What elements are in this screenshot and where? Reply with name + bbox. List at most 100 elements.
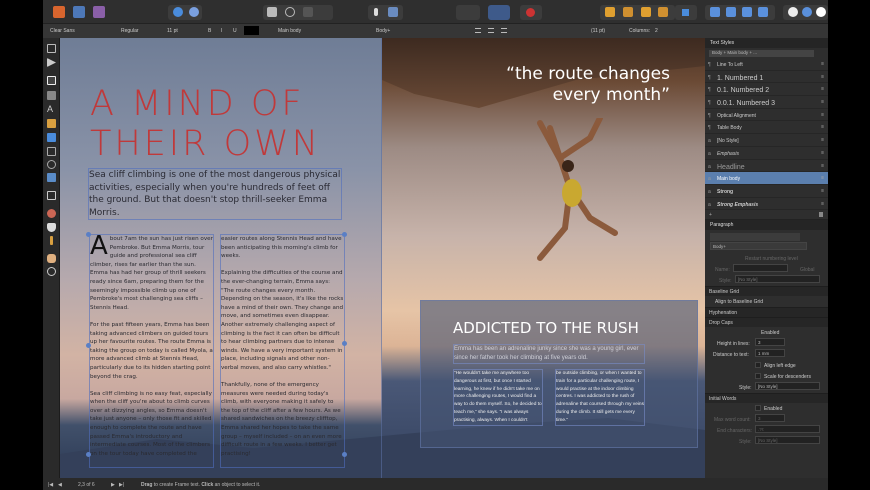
frame-text-tool-icon[interactable] [47,76,56,85]
rotate-left-icon[interactable] [742,7,752,17]
place-image-tool-icon[interactable] [47,173,56,182]
first-page-button[interactable]: |◀ [48,482,53,488]
paragraph-alignment-buttons[interactable] [710,233,800,242]
text-style-item[interactable]: ¶ 0.1. Numbered 2 ≡ [705,83,828,97]
move-backward-icon[interactable] [623,7,633,17]
paragraph-style-select[interactable]: Body+ [376,28,390,34]
normal-view-icon[interactable] [267,7,277,17]
italic-button[interactable]: I [221,28,222,34]
subtract-shapes-icon[interactable] [802,7,812,17]
style-menu-icon[interactable]: ≡ [821,201,824,207]
selection-handle[interactable] [86,232,91,237]
initial-words-style-select[interactable]: [No Style] [755,436,820,445]
style-menu-icon[interactable]: ≡ [821,61,824,67]
pen-tool-icon[interactable] [47,119,56,128]
name-field[interactable] [733,264,788,273]
align-button[interactable] [675,5,697,20]
style-menu-icon[interactable]: ≡ [821,150,824,156]
columns-stepper[interactable]: 2 [655,28,658,34]
flip-horizontal-icon[interactable] [710,7,720,17]
snapping-button[interactable] [520,5,542,20]
restart-numbering-checkbox[interactable]: Restart numbering level [745,256,798,262]
crop-tool-icon[interactable] [47,191,56,200]
style-menu-icon[interactable]: ≡ [821,188,824,194]
selection-handle[interactable] [342,452,347,457]
body-column-1[interactable]: About 7am the sun has just risen over Pe… [89,233,214,469]
transparency-tool-icon[interactable] [47,223,56,232]
publisher-persona-icon[interactable] [53,6,65,18]
hand-tool-icon[interactable] [47,254,56,263]
document-canvas[interactable]: A MIND OF THEIR OWN Sea cliff climbing is… [60,38,705,478]
height-stepper[interactable]: 3 [755,338,785,347]
current-style-field[interactable]: Body + Main body + ... [709,50,814,57]
character-style-select[interactable]: Main body [278,28,301,34]
lead-paragraph[interactable]: Sea cliff climbing is one of the most da… [88,168,342,220]
preview-view-icon[interactable] [285,7,295,17]
pin-icon[interactable] [374,8,378,16]
end-characters-field[interactable]: .?!: [755,425,820,434]
align-baseline-checkbox[interactable]: Align to Baseline Grid [715,299,763,305]
initial-words-enabled-checkbox[interactable] [755,405,761,412]
prev-page-button[interactable]: ◀ [58,482,62,488]
style-menu-icon[interactable]: ≡ [821,137,824,143]
zoom-tool-icon[interactable] [47,267,56,276]
color-picker-tool-icon[interactable] [50,236,53,245]
selection-handle[interactable] [86,452,91,457]
move-front-icon[interactable] [658,7,668,17]
body-column-2[interactable]: easier routes along Stennis Head and hav… [220,234,345,469]
text-style-item[interactable]: a Strong Emphasis ≡ [705,198,828,211]
font-size-select[interactable]: 11 pt [167,28,178,34]
last-page-button[interactable]: ▶| [119,482,124,488]
style-menu-icon[interactable]: ≡ [821,163,824,169]
move-tool-icon[interactable] [47,44,56,53]
master-page-icon[interactable] [173,7,183,17]
font-family-select[interactable]: Clear Sans [50,28,75,34]
style-menu-icon[interactable]: ≡ [821,175,824,181]
photo-persona-icon[interactable] [93,6,105,18]
flip-vertical-icon[interactable] [726,7,736,17]
font-weight-select[interactable]: Regular [121,28,139,34]
baseline-grid-section[interactable]: Baseline Grid [705,286,828,297]
drop-caps-enabled-checkbox[interactable]: Enabled [761,330,779,336]
delete-style-icon[interactable] [819,212,823,218]
style-menu-icon[interactable]: ≡ [821,124,824,130]
designer-persona-icon[interactable] [73,6,85,18]
initial-words-section[interactable]: Initial Words [705,393,828,404]
style-select[interactable]: [No Style] [735,275,820,284]
new-style-icon[interactable]: + [709,212,712,218]
paragraph-header[interactable]: Paragraph [705,220,828,231]
text-style-item[interactable]: ¶ Line To Left ≡ [705,58,828,71]
rectangle-tool-icon[interactable] [47,133,56,142]
bold-button[interactable]: B [208,28,211,34]
table-tool-icon[interactable] [47,91,56,100]
text-wrap-icon[interactable] [388,7,398,17]
artistic-text-tool-icon[interactable]: A [47,105,56,114]
text-style-item[interactable]: a Emphasis ≡ [705,147,828,160]
hyphenation-section[interactable]: Hyphenation [705,307,828,318]
align-center-button[interactable] [488,28,494,33]
text-color-swatch[interactable] [244,26,259,35]
underline-button[interactable]: U [233,28,237,34]
rotate-right-icon[interactable] [758,7,768,17]
add-shapes-icon[interactable] [788,7,798,17]
text-style-item[interactable]: a Headline ≡ [705,160,828,173]
drop-cap-style-select[interactable]: [No Style] [755,382,820,391]
distance-stepper[interactable]: 1 mm [755,349,785,358]
node-tool-icon[interactable] [47,58,56,67]
selection-handle[interactable] [342,232,347,237]
max-word-count-stepper[interactable]: 3 [755,414,785,423]
style-menu-icon[interactable]: ≡ [821,86,824,92]
align-right-button[interactable] [501,28,507,33]
text-style-item[interactable]: a [No Style] ≡ [705,134,828,147]
pages-icon[interactable] [189,7,199,17]
text-style-item[interactable]: ¶ 1. Numbered 1 ≡ [705,71,828,84]
picture-frame-tool-icon[interactable] [47,147,56,156]
text-style-item[interactable]: ¶ 0.0.1. Numbered 3 ≡ [705,96,828,109]
baseline-button[interactable] [488,5,510,20]
paragraph-style-select[interactable]: Body+ [710,242,807,251]
style-menu-icon[interactable]: ≡ [821,112,824,118]
text-style-item[interactable]: ¶ Optical Alignment ≡ [705,109,828,122]
selection-handle[interactable] [86,343,91,348]
selection-handle[interactable] [342,341,347,346]
text-style-item[interactable]: a Main body ≡ [705,172,828,185]
